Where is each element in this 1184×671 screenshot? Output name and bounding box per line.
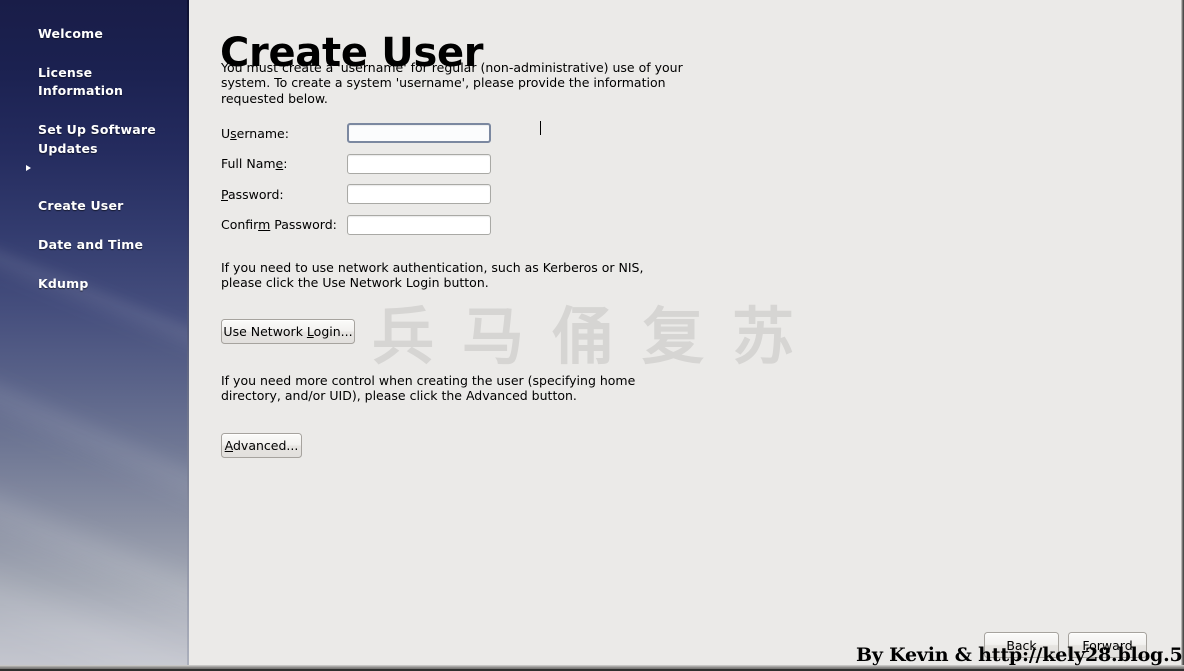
sidebar-item-license-information[interactable]: License Information <box>0 44 189 102</box>
text-cursor <box>540 121 541 135</box>
sidebar-streak-2 <box>0 360 189 546</box>
chinese-watermark: 兵马俑复苏 <box>372 300 823 373</box>
sidebar-item-welcome[interactable]: Welcome <box>0 5 189 44</box>
sidebar-streak-3 <box>0 470 189 664</box>
full-name-label: Full Name: <box>221 156 288 172</box>
full-name-input[interactable] <box>347 153 491 174</box>
sidebar-item-set-up-software-updates[interactable]: Set Up Software Updates <box>0 102 189 160</box>
chevron-right-icon <box>26 165 31 171</box>
form-row-password: Password: <box>221 179 491 210</box>
password-input[interactable] <box>347 184 491 205</box>
sidebar-item-label: Create User <box>38 198 124 213</box>
window-border-right <box>1180 0 1184 671</box>
firstboot-window: Welcome License Information Set Up Softw… <box>0 0 1184 671</box>
intro-description: You must create a 'username' for regular… <box>221 60 683 106</box>
sidebar-item-label: Kdump <box>38 276 89 291</box>
footer-credit-watermark: By Kevin & http://kely28.blog.51cto.com <box>856 644 1184 666</box>
sidebar-item-label: License Information <box>38 64 124 99</box>
sidebar: Welcome License Information Set Up Softw… <box>0 0 189 671</box>
username-label: Username: <box>221 125 289 141</box>
username-input[interactable] <box>347 123 491 144</box>
sidebar-item-kdump[interactable]: Kdump <box>0 256 189 295</box>
confirm-password-input[interactable] <box>347 214 491 235</box>
sidebar-item-label: Welcome <box>38 25 104 41</box>
use-network-login-button[interactable]: Use Network Login... <box>221 319 355 344</box>
password-label: Password: <box>221 186 284 202</box>
advanced-description: If you need more control when creating t… <box>221 373 636 404</box>
content-panel: 兵马俑复苏 Create User You must create a 'use… <box>189 0 1180 665</box>
network-auth-description: If you need to use network authenticatio… <box>221 260 644 291</box>
sidebar-streak-4 <box>0 560 189 671</box>
form-row-confirm-password: Confirm Password: <box>221 210 491 241</box>
advanced-button[interactable]: Advanced... <box>221 433 302 458</box>
sidebar-item-label: Set Up Software Updates <box>38 122 156 156</box>
sidebar-item-date-and-time[interactable]: Date and Time <box>0 217 189 256</box>
form-row-full-name: Full Name: <box>221 149 491 180</box>
form-row-username: Username: <box>221 118 491 149</box>
sidebar-nav-list: Welcome License Information Set Up Softw… <box>0 0 189 295</box>
sidebar-item-label: Date and Time <box>38 237 144 252</box>
create-user-form: Username: Full Name: Password: Confirm P… <box>221 118 491 240</box>
sidebar-item-create-user[interactable]: Create User <box>0 159 189 217</box>
confirm-password-label: Confirm Password: <box>221 217 337 233</box>
